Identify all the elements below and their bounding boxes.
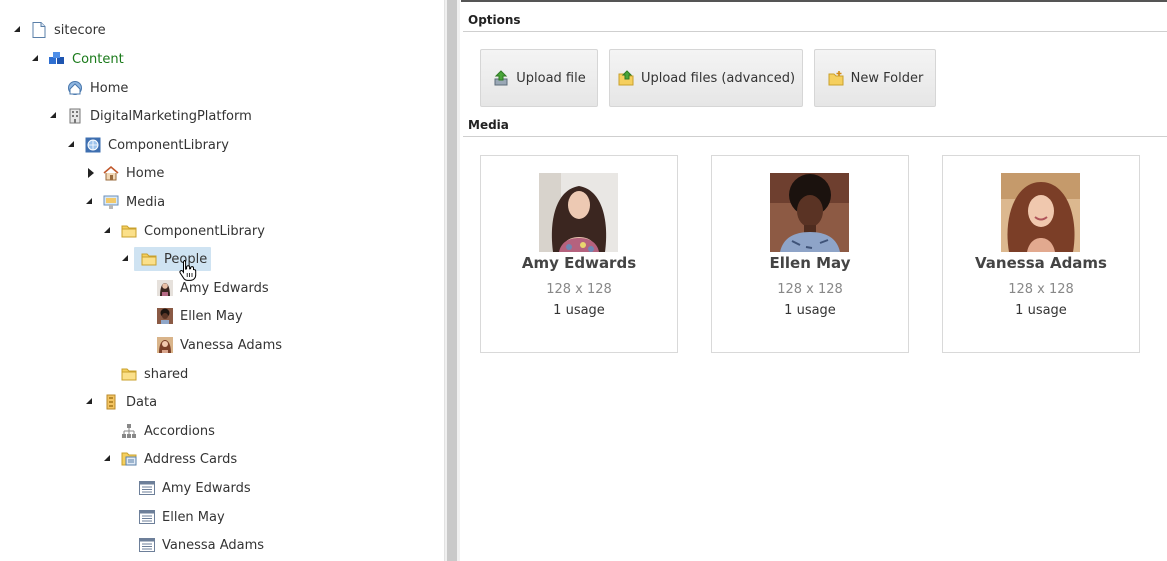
tree-node-data[interactable]: Data <box>84 390 157 414</box>
upload-folder-icon <box>617 69 635 87</box>
upload-file-label: Upload file <box>516 70 586 86</box>
tree-label: ComponentLibrary <box>144 223 265 239</box>
upload-files-advanced-label: Upload files (advanced) <box>640 70 796 86</box>
tree-node-componentlibrary-site[interactable]: ComponentLibrary <box>66 133 229 157</box>
tree-node-address-card-amy[interactable]: Amy Edwards <box>120 476 251 500</box>
data-icon <box>102 393 120 411</box>
expand-arrow-icon[interactable] <box>66 133 80 157</box>
home-globe-icon <box>66 79 84 97</box>
tree-node-home-collapsed[interactable]: Home <box>84 161 164 185</box>
tree-node-address-cards[interactable]: Address Cards <box>102 447 237 471</box>
media-card-dimensions: 128 x 128 <box>546 282 612 297</box>
tree-node-vanessa-adams-image[interactable]: Vanessa Adams <box>138 333 282 357</box>
upload-icon <box>492 69 510 87</box>
tree-node-digitalmarketingplatform[interactable]: DigitalMarketingPlatform <box>48 104 252 128</box>
media-card-name: Amy Edwards <box>521 254 637 272</box>
media-card-usage: 1 usage <box>553 303 605 318</box>
media-card-usage: 1 usage <box>1015 303 1067 318</box>
tree-label: Data <box>126 394 158 410</box>
tree-scrollbar[interactable] <box>447 0 457 561</box>
vanessa-adams-photo <box>1001 173 1080 252</box>
tree-label: Accordions <box>144 423 215 439</box>
tree-node-accordions[interactable]: Accordions <box>102 419 215 443</box>
options-divider <box>463 31 1167 32</box>
tree-label: sitecore <box>54 22 106 38</box>
tree-label: Ellen May <box>162 509 225 525</box>
expand-arrow-icon[interactable] <box>102 447 116 471</box>
tree-node-ellen-may-image[interactable]: Ellen May <box>138 304 243 328</box>
expand-arrow-icon[interactable] <box>120 247 134 271</box>
table-icon <box>138 536 156 554</box>
person-thumb-icon <box>156 336 174 354</box>
tree-node-home[interactable]: Home <box>48 76 128 100</box>
new-folder-icon <box>827 69 845 87</box>
tree-label: Home <box>90 80 129 96</box>
tree-node-sitecore[interactable]: sitecore <box>12 18 106 42</box>
options-heading: Options <box>468 13 521 27</box>
media-browser-app: sitecore Content Home DigitalMarketingPl… <box>0 0 1167 561</box>
tree-label: Amy Edwards <box>180 280 269 296</box>
new-folder-button[interactable]: New Folder <box>814 49 936 107</box>
table-icon <box>138 508 156 526</box>
selected-highlight[interactable]: People <box>134 247 212 271</box>
tree-node-media[interactable]: Media <box>84 190 165 214</box>
content-tree: sitecore Content Home DigitalMarketingPl… <box>0 0 444 561</box>
tree-label: Ellen May <box>180 308 243 324</box>
person-thumb-icon <box>156 279 174 297</box>
tree-label: Vanessa Adams <box>162 537 265 553</box>
tree-label: Home <box>126 165 165 181</box>
hand-cursor-icon <box>179 260 197 281</box>
media-divider <box>463 136 1167 137</box>
ellen-may-photo <box>770 173 849 252</box>
tree-label: shared <box>144 366 189 382</box>
tree-label: Address Cards <box>144 451 238 467</box>
media-card-dimensions: 128 x 128 <box>1008 282 1074 297</box>
media-card-ellen-may[interactable]: Ellen May 128 x 128 1 usage <box>711 155 909 353</box>
folder-icon <box>120 222 138 240</box>
expand-arrow-icon[interactable] <box>48 104 62 128</box>
hierarchy-icon <box>120 422 138 440</box>
media-card-usage: 1 usage <box>784 303 836 318</box>
media-folder-icon <box>102 193 120 211</box>
tree-node-amy-edwards-image[interactable]: Amy Edwards <box>138 276 269 300</box>
media-heading: Media <box>468 118 509 132</box>
card-folder-icon <box>120 450 138 468</box>
tree-label: DigitalMarketingPlatform <box>90 108 252 124</box>
expand-arrow-icon[interactable] <box>84 190 98 214</box>
tree-node-shared[interactable]: shared <box>102 362 188 386</box>
tree-label: ComponentLibrary <box>108 137 229 153</box>
expand-arrow-icon[interactable] <box>102 219 116 243</box>
expand-arrow-icon[interactable] <box>84 390 98 414</box>
document-icon <box>30 21 48 39</box>
site-globe-icon <box>84 136 102 154</box>
expand-arrow-icon[interactable] <box>12 18 26 42</box>
tree-node-componentlibrary-folder[interactable]: ComponentLibrary <box>102 219 265 243</box>
media-card-name: Vanessa Adams <box>975 254 1107 272</box>
media-card-name: Ellen May <box>769 254 851 272</box>
tree-label: Content <box>72 51 124 67</box>
collapse-arrow-icon[interactable] <box>84 161 98 185</box>
tree-node-content[interactable]: Content <box>30 47 124 71</box>
media-card-dimensions: 128 x 128 <box>777 282 843 297</box>
upload-files-advanced-button[interactable]: Upload files (advanced) <box>609 49 803 107</box>
content-cubes-icon <box>48 50 66 68</box>
new-folder-label: New Folder <box>850 70 924 86</box>
media-card-amy-edwards[interactable]: Amy Edwards 128 x 128 1 usage <box>480 155 678 353</box>
folder-icon <box>120 365 138 383</box>
media-card-vanessa-adams[interactable]: Vanessa Adams 128 x 128 1 usage <box>942 155 1140 353</box>
person-thumb-icon <box>156 307 174 325</box>
tree-node-address-card-ellen[interactable]: Ellen May <box>120 505 225 529</box>
tree-label: Amy Edwards <box>162 480 251 496</box>
tree-label: Media <box>126 194 166 210</box>
upload-file-button[interactable]: Upload file <box>480 49 598 107</box>
house-icon <box>102 164 120 182</box>
media-panel: Options Upload file Upload files (advanc… <box>461 0 1167 561</box>
building-icon <box>66 107 84 125</box>
tree-node-address-card-vanessa[interactable]: Vanessa Adams <box>120 533 264 557</box>
expand-arrow-icon[interactable] <box>30 47 44 71</box>
amy-edwards-photo <box>539 173 618 252</box>
table-icon <box>138 479 156 497</box>
tree-label: Vanessa Adams <box>180 337 283 353</box>
folder-icon <box>140 250 158 268</box>
